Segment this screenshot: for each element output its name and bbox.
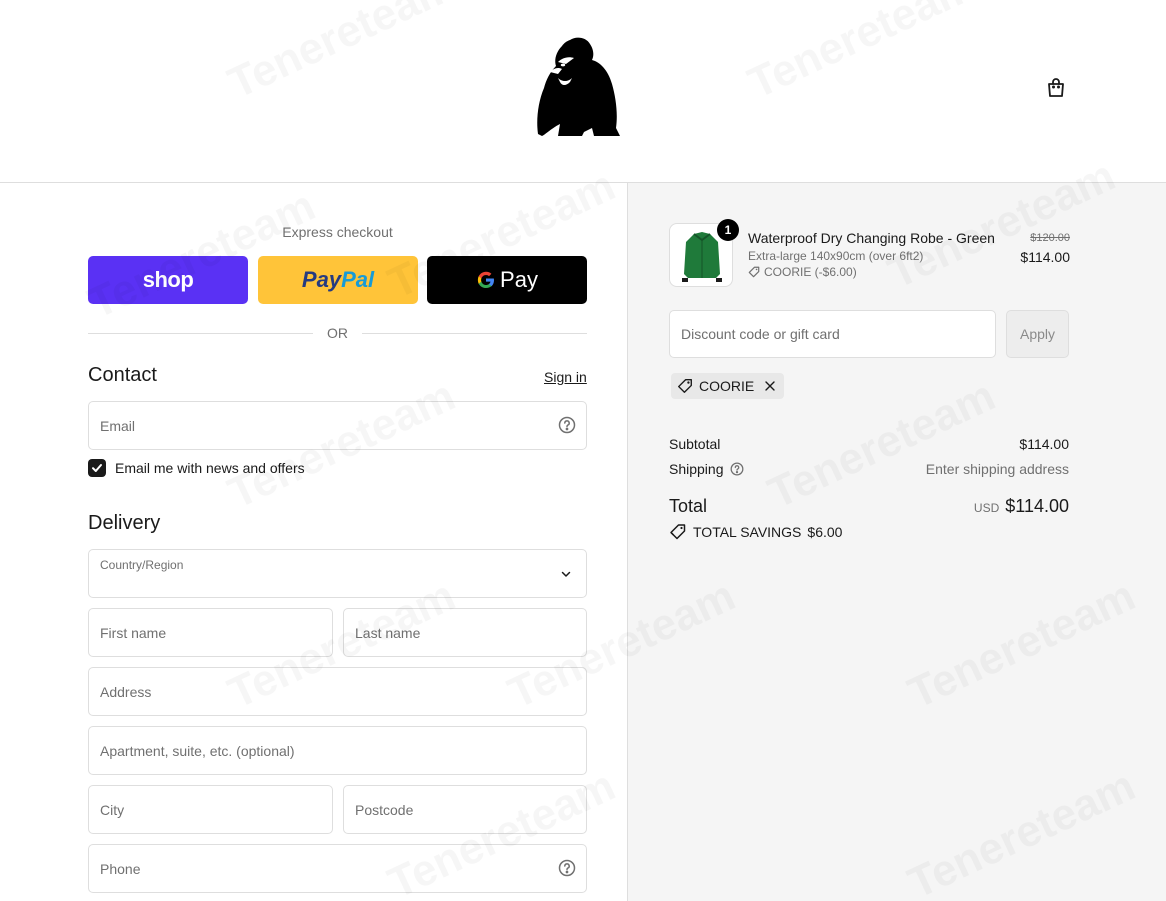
contact-heading: Contact [88,364,157,386]
delivery-heading: Delivery [88,512,161,534]
help-circle-icon[interactable] [558,416,576,434]
address-field[interactable]: Address [88,667,587,716]
newsletter-option[interactable]: Email me with news and offers [88,459,305,477]
shipping-label: Shipping [669,461,724,477]
discount-code-input[interactable]: Discount code or gift card [669,310,996,358]
remove-coupon-button[interactable] [764,380,776,392]
order-line-item: 1 Waterproof Dry Changing Robe - Green E… [669,219,1070,289]
product-title: Waterproof Dry Changing Robe - Green [748,230,995,246]
close-icon [765,381,775,391]
total-label: Total [669,496,708,516]
checkout-page: Express checkout shop PayPal Pay OR Cont… [0,0,1166,901]
paypal-label-pay: Pay [301,267,342,292]
chevron-down-icon [561,571,571,577]
tag-icon [670,524,686,540]
or-label: OR [327,325,348,341]
subtotal-row: Subtotal $114.00 [669,436,1069,452]
apartment-placeholder: Apartment, suite, etc. (optional) [100,742,295,759]
paypal-button[interactable]: PayPal [258,256,418,304]
google-pay-label: Pay [476,267,538,293]
shipping-value: Enter shipping address [925,461,1069,477]
email-field[interactable]: Email [88,401,587,450]
apartment-field[interactable]: Apartment, suite, etc. (optional) [88,726,587,775]
discount-placeholder: Discount code or gift card [681,326,840,342]
savings-value: $6.00 [807,524,843,540]
watermark: Tenereteam [81,181,323,329]
or-line-right [362,332,587,334]
header [0,0,1166,183]
sign-in-link[interactable]: Sign in [544,369,587,385]
order-summary: 1 Waterproof Dry Changing Robe - Green E… [627,183,1166,901]
shop-pay-button[interactable]: shop [88,256,248,304]
last-name-placeholder: Last name [355,624,421,641]
postcode-placeholder: Postcode [355,801,414,818]
help-circle-icon[interactable] [558,859,576,877]
city-placeholder: City [100,801,125,818]
or-line-left [88,332,313,334]
total-row: Total USD $114.00 [669,496,1069,517]
tag-icon [678,379,692,393]
phone-placeholder: Phone [100,860,141,877]
first-name-placeholder: First name [100,624,167,641]
shipping-row: Shipping Enter shipping address [669,461,1069,477]
paypal-label-pal: Pal [341,267,375,292]
tag-icon [748,266,760,278]
express-checkout-title: Express checkout [282,224,393,240]
newsletter-label: Email me with news and offers [115,460,305,476]
help-circle-icon[interactable] [730,462,744,476]
applied-coupon-chip: COORIE [671,373,785,399]
paypal-label: PayPal [302,267,374,293]
email-placeholder: Email [100,417,136,434]
google-g-icon [477,271,495,288]
total-amount: USD $114.00 [974,496,1069,517]
total-value: $114.00 [1005,496,1069,516]
checkmark-icon [92,464,102,472]
apply-discount-button[interactable]: Apply [1006,310,1069,358]
total-savings: TOTAL SAVINGS $6.00 [669,523,842,541]
shop-pay-label: shop [142,267,194,292]
shipping-label-group: Shipping [669,461,744,477]
item-discount-label: COORIE (-$6.00) [764,265,857,279]
subtotal-label: Subtotal [669,436,721,452]
applied-coupon-code: COORIE [699,378,755,394]
total-currency: USD [973,501,1000,515]
phone-field[interactable]: Phone [88,844,587,893]
google-pay-text: Pay [500,267,538,292]
google-pay-button[interactable]: Pay [427,256,587,304]
product-variant: Extra-large 140x90cm (over 6ft2) [748,249,924,263]
postcode-field[interactable]: Postcode [343,785,587,834]
savings-label: TOTAL SAVINGS [693,524,802,540]
newsletter-checkbox[interactable] [88,459,106,477]
country-label: Country/Region [100,558,184,572]
shopping-bag-icon[interactable] [1044,76,1068,100]
item-discount: COORIE (-$6.00) [748,265,857,279]
subtotal-value: $114.00 [1019,436,1069,452]
item-price: $114.00 [1020,249,1070,265]
last-name-field[interactable]: Last name [343,608,587,657]
original-price: $120.00 [1030,232,1070,244]
first-name-field[interactable]: First name [88,608,333,657]
quantity-badge: 1 [717,219,739,241]
gorilla-logo [537,37,620,136]
address-placeholder: Address [100,683,152,700]
or-divider: OR [88,324,587,342]
country-select[interactable]: Country/Region [88,549,587,598]
city-field[interactable]: City [88,785,333,834]
